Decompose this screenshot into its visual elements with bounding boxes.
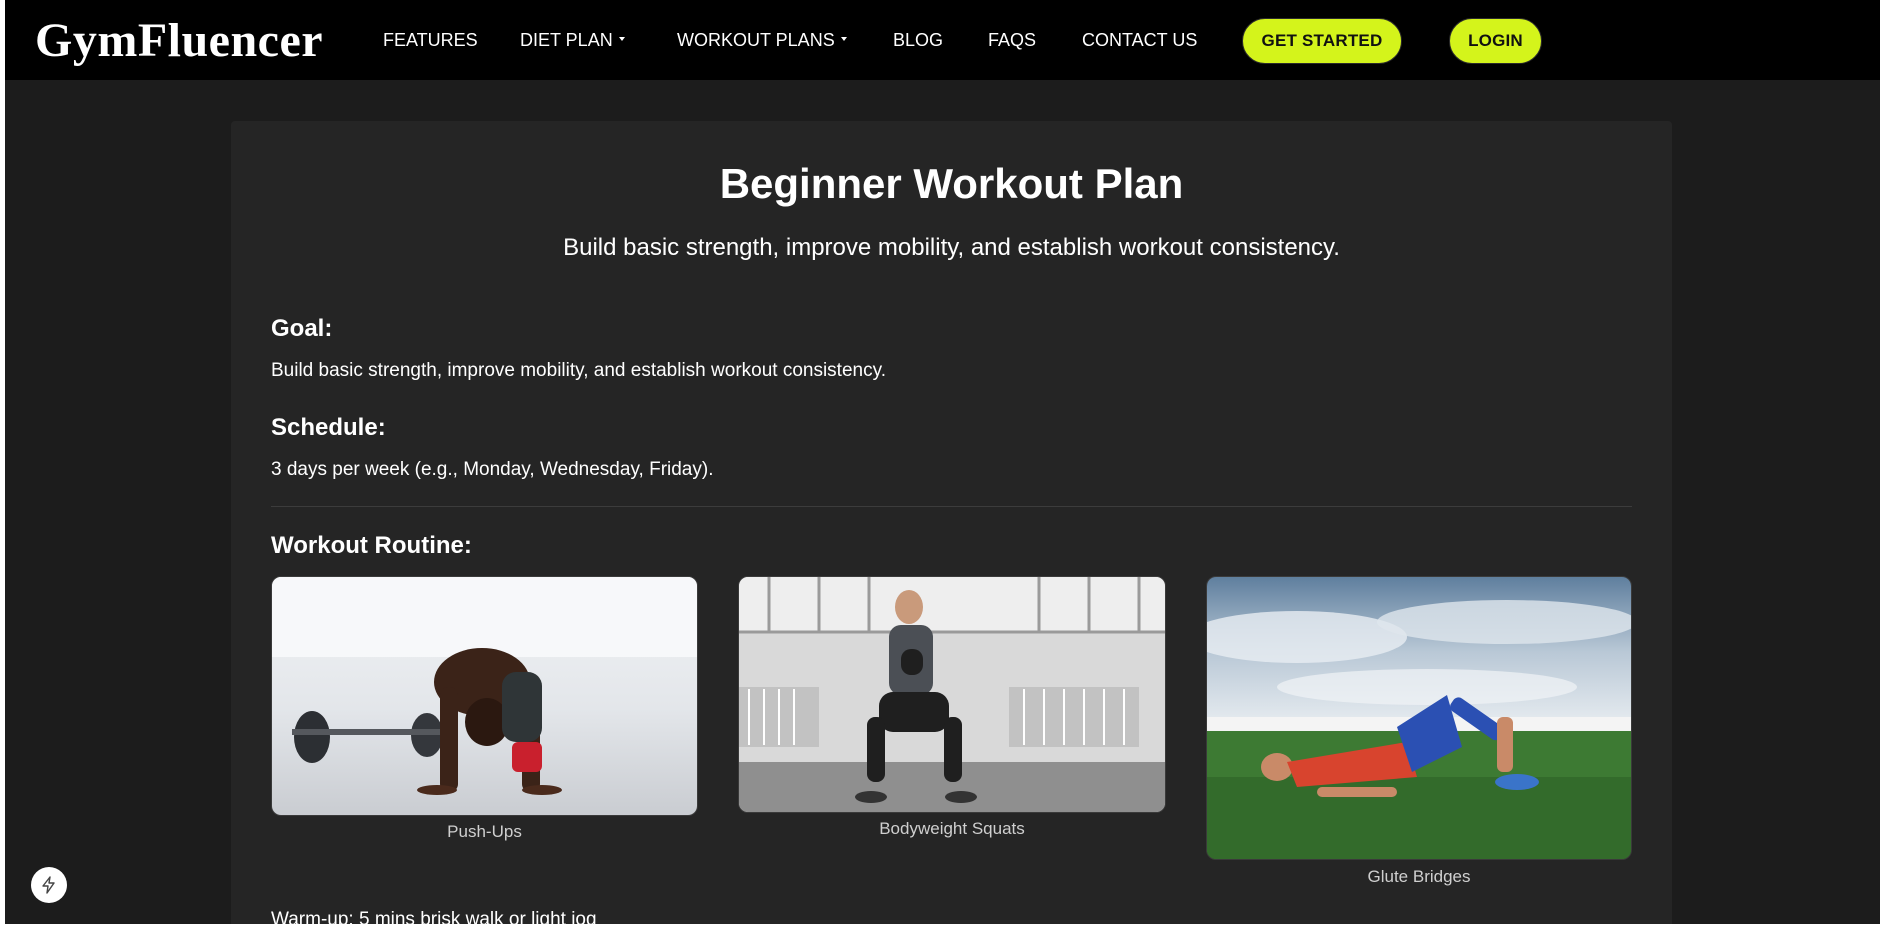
push-ups-photo — [271, 576, 698, 816]
nav-features[interactable]: FEATURES — [383, 29, 478, 51]
nav-blog-label: BLOG — [893, 30, 944, 50]
schedule-text: 3 days per week (e.g., Monday, Wednesday… — [271, 459, 714, 480]
chevron-down-icon — [840, 37, 847, 42]
nav-diet-plan-label: DIET PLAN — [520, 30, 613, 50]
brand-logo[interactable]: GymFluencer — [35, 14, 323, 68]
schedule-heading: Schedule: — [271, 414, 386, 441]
nav-faqs[interactable]: FAQS — [988, 29, 1036, 51]
login-button[interactable]: LOGIN — [1449, 18, 1542, 64]
page-viewport: GymFluencer FEATURES DIET PLAN WORKOUT P… — [5, 0, 1885, 924]
window-edge — [1880, 0, 1885, 928]
nav-blog[interactable]: BLOG — [893, 29, 943, 51]
page-title: Beginner Workout Plan — [719, 160, 1184, 207]
chevron-down-icon — [618, 37, 625, 42]
routine-heading: Workout Routine: — [271, 532, 472, 559]
glute-bridges-photo — [1206, 576, 1632, 860]
top-navbar: GymFluencer FEATURES DIET PLAN WORKOUT P… — [5, 0, 1885, 80]
exercise-caption-glute-bridges: Glute Bridges — [1367, 867, 1471, 886]
workout-plan-card: Beginner Workout Plan Build basic streng… — [231, 121, 1672, 924]
exercise-caption-push-ups: Push-Ups — [447, 822, 522, 841]
page-subtitle: Build basic strength, improve mobility, … — [563, 234, 1340, 261]
nav-workout-plans-label: WORKOUT PLANS — [677, 30, 835, 50]
nav-contact-us-label: CONTACT US — [1082, 30, 1198, 50]
exercise-caption-squats: Bodyweight Squats — [879, 819, 1025, 838]
lightning-bolt-icon[interactable] — [31, 867, 67, 903]
nav-contact-us[interactable]: CONTACT US — [1082, 29, 1197, 51]
section-divider — [271, 506, 1632, 507]
warmup-text: Warm-up: 5 mins brisk walk or light jog — [271, 909, 597, 924]
nav-workout-plans[interactable]: WORKOUT PLANS — [677, 29, 847, 51]
nav-faqs-label: FAQS — [988, 30, 1037, 50]
goal-text: Build basic strength, improve mobility, … — [271, 360, 886, 381]
nav-features-label: FEATURES — [383, 30, 478, 50]
get-started-button[interactable]: GET STARTED — [1242, 18, 1402, 64]
goal-heading: Goal: — [271, 315, 333, 342]
nav-diet-plan[interactable]: DIET PLAN — [520, 29, 625, 51]
squats-photo — [738, 576, 1166, 813]
